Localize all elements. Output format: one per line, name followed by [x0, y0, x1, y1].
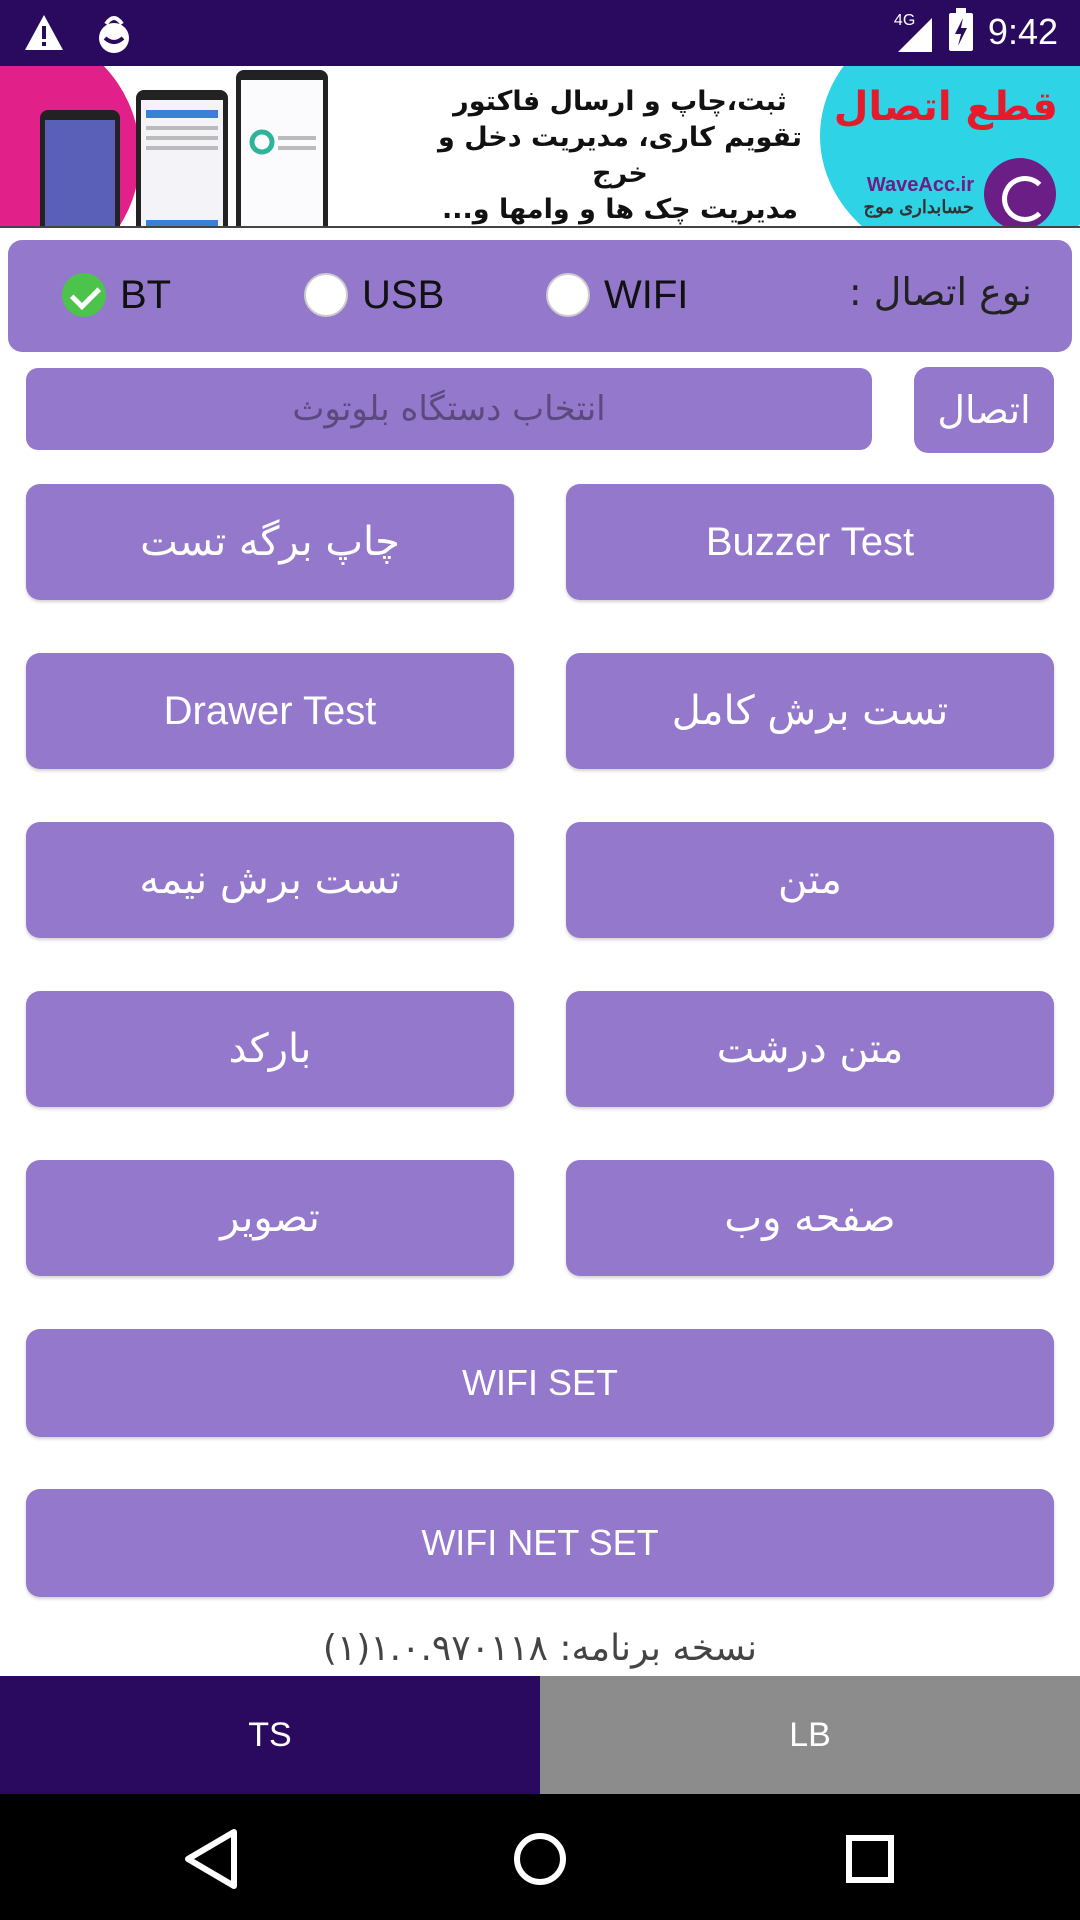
bluetooth-device-select[interactable]: انتخاب دستگاه بلوتوث	[26, 368, 872, 450]
ad-line: مدیریت چک ها و وامها و...	[442, 194, 798, 225]
half-cut-test-button[interactable]: تست برش نیمه	[26, 822, 514, 938]
ad-line: ثبت،چاپ و ارسال فاکتور	[453, 86, 787, 117]
app-version: نسخه برنامه: ۱.۰.۹۷۰۱۱۸(۱)	[322, 1628, 758, 1669]
shopping-app-icon	[94, 12, 134, 58]
ad-brand-name: حسابداری موج	[863, 197, 974, 217]
radio-usb[interactable]: USB	[304, 270, 444, 320]
warning-icon	[24, 13, 64, 57]
wave-logo-icon	[984, 158, 1056, 226]
radio-wifi-label: WIFI	[604, 272, 689, 317]
ad-phones-image	[40, 70, 328, 226]
ad-line: تقویم کاری، مدیریت دخل و خرج	[438, 122, 802, 189]
battery-icon	[948, 8, 974, 56]
web-page-button[interactable]: صفحه وب	[566, 1160, 1054, 1276]
connection-type-card: نوع اتصال : WIFI USB BT	[8, 240, 1072, 352]
tab-lb[interactable]: LB	[540, 1676, 1080, 1794]
text-button[interactable]: متن	[566, 822, 1054, 938]
wifi-net-set-button[interactable]: WIFI NET SET	[26, 1489, 1054, 1597]
connection-type-label: نوع اتصال :	[848, 270, 1032, 314]
large-text-button[interactable]: متن درشت	[566, 991, 1054, 1107]
connect-button[interactable]: اتصال	[914, 367, 1054, 453]
print-test-page-button[interactable]: چاپ برگه تست	[26, 484, 514, 600]
buzzer-test-button[interactable]: Buzzer Test	[566, 484, 1054, 600]
radio-bt[interactable]: BT	[62, 270, 171, 320]
clock: 9:42	[987, 11, 1058, 52]
radio-unchecked-icon[interactable]	[546, 273, 590, 317]
ad-banner[interactable]: ثبت،چاپ و ارسال فاکتور تقویم کاری، مدیری…	[0, 66, 1080, 228]
navigation-bar	[0, 1794, 1080, 1920]
ad-brand: WaveAcc.ir حسابداری موج	[864, 174, 974, 218]
tab-ts[interactable]: TS	[0, 1676, 540, 1794]
recents-icon[interactable]	[835, 1824, 905, 1894]
status-bar: 4G 9:42	[0, 0, 1080, 66]
radio-checked-icon[interactable]	[62, 273, 106, 317]
network-type-label: 4G	[893, 12, 916, 29]
image-button[interactable]: تصویر	[26, 1160, 514, 1276]
ad-brand-url: WaveAcc.ir	[866, 174, 974, 196]
ad-text: ثبت،چاپ و ارسال فاکتور تقویم کاری، مدیری…	[410, 84, 830, 226]
barcode-button[interactable]: بارکد	[26, 991, 514, 1107]
home-icon[interactable]	[505, 1824, 575, 1894]
wifi-set-button[interactable]: WIFI SET	[26, 1329, 1054, 1437]
radio-usb-label: USB	[362, 272, 445, 317]
full-cut-test-button[interactable]: تست برش کامل	[566, 653, 1054, 769]
back-icon[interactable]	[176, 1824, 246, 1894]
ad-title: قطع اتصال	[833, 84, 1058, 130]
radio-unchecked-icon[interactable]	[304, 273, 348, 317]
drawer-test-button[interactable]: Drawer Test	[26, 653, 514, 769]
radio-bt-label: BT	[120, 272, 172, 317]
radio-wifi[interactable]: WIFI	[546, 270, 688, 320]
signal-icon: 4G	[894, 10, 934, 54]
